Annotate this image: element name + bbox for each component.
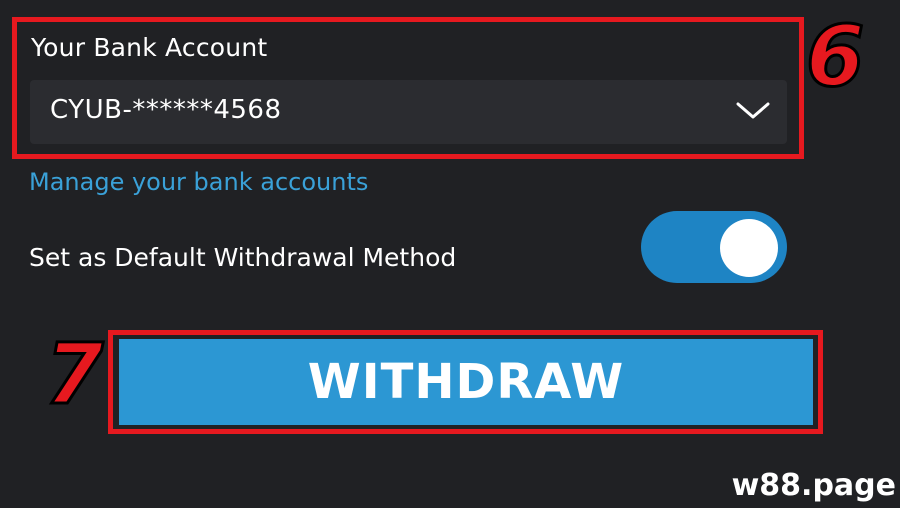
withdraw-button[interactable]: WITHDRAW <box>119 339 813 425</box>
default-withdrawal-toggle[interactable] <box>641 211 787 283</box>
annotation-step-6: 6 <box>804 7 865 105</box>
annotation-step-7: 7 <box>43 325 104 423</box>
watermark: w88.page <box>731 468 896 503</box>
default-withdrawal-label: Set as Default Withdrawal Method <box>29 243 457 272</box>
withdrawal-screen: Your Bank Account CYUB-******4568 6 Mana… <box>0 0 900 508</box>
annotation-highlight-bank-account <box>12 17 804 159</box>
toggle-knob <box>720 219 778 277</box>
manage-bank-accounts-link[interactable]: Manage your bank accounts <box>29 168 368 196</box>
